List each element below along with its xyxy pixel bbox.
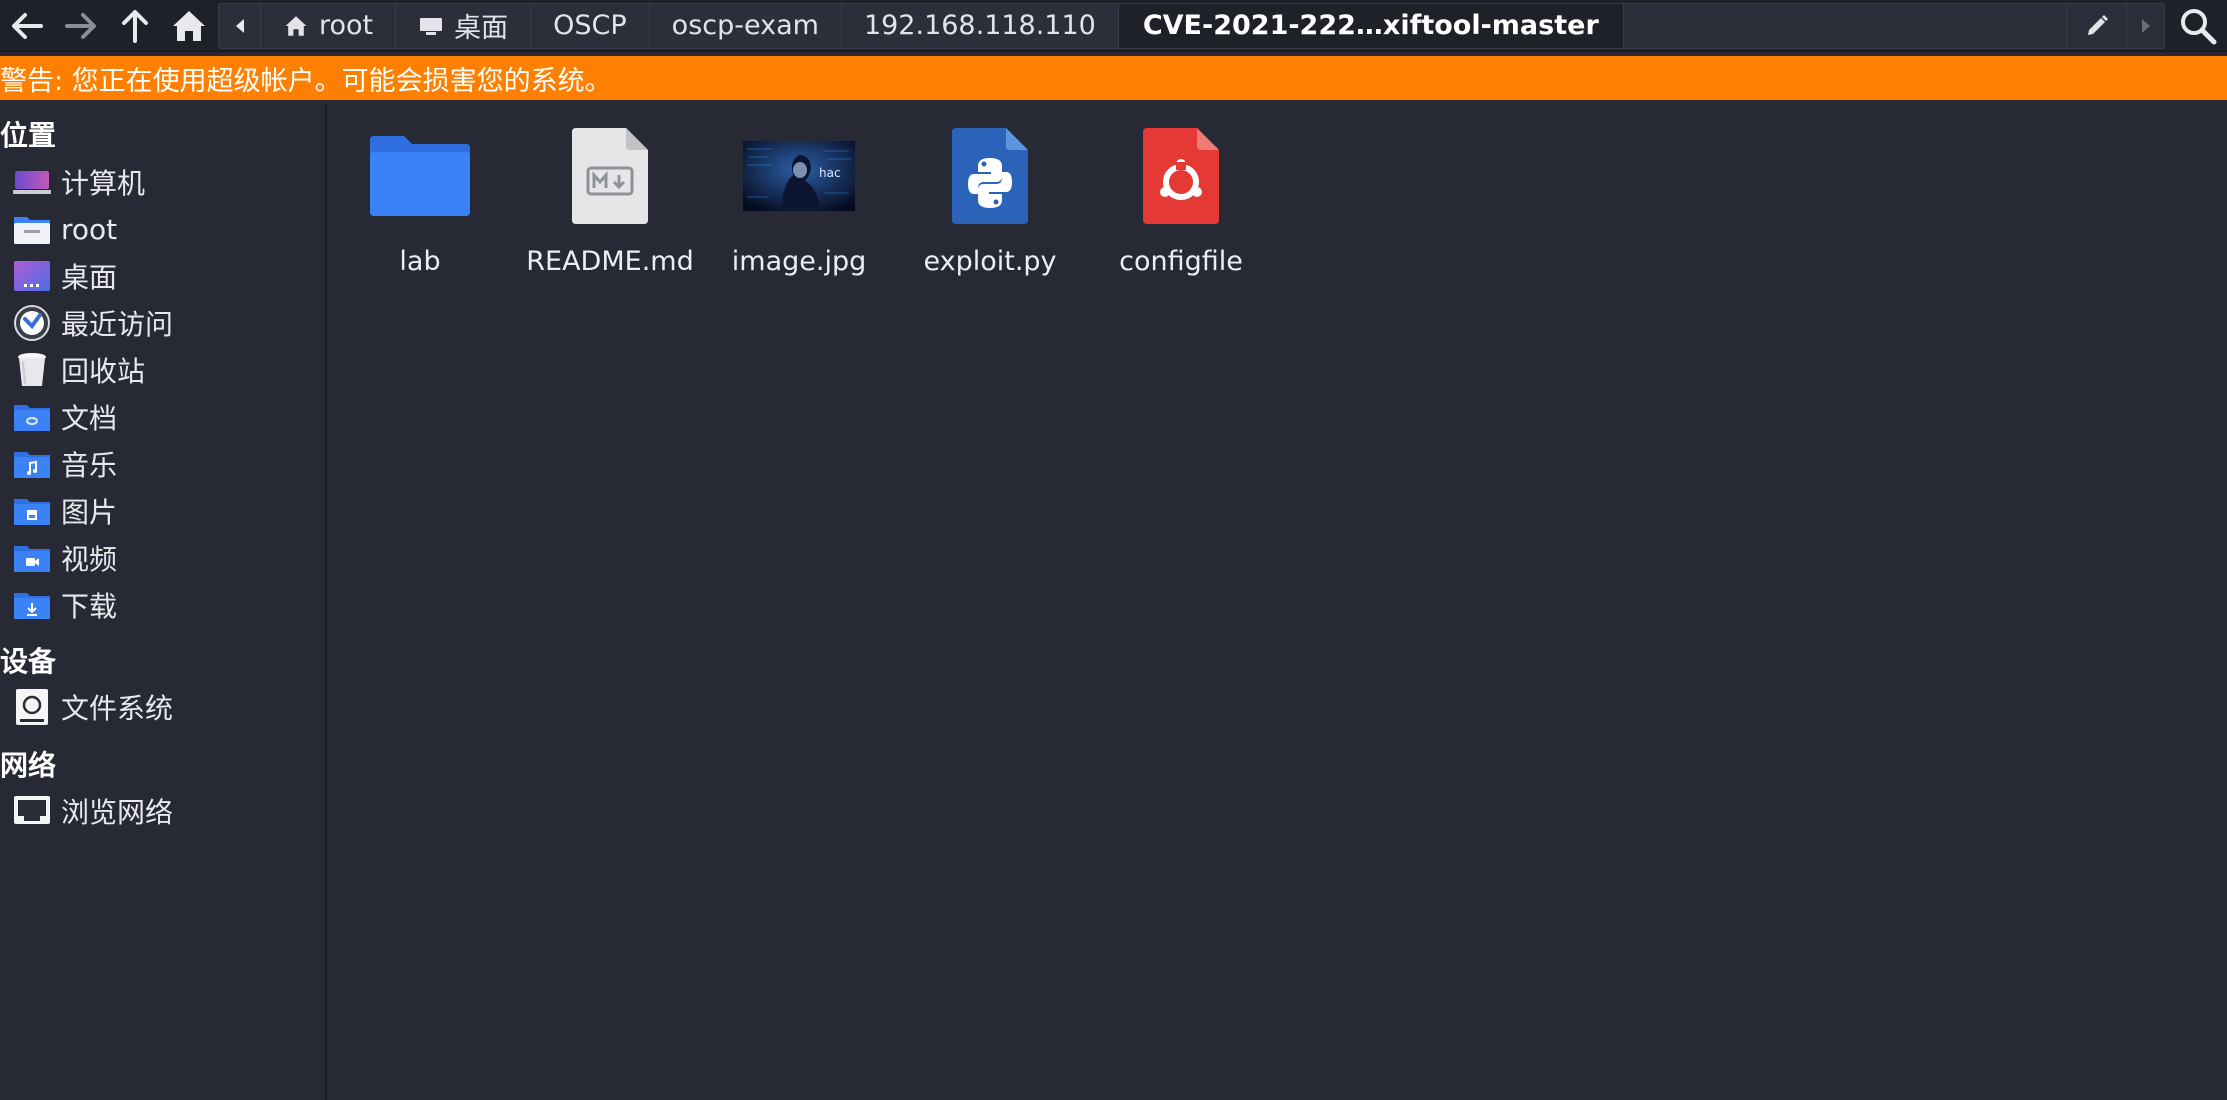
- search-icon: [2181, 8, 2217, 44]
- breadcrumb-label: OSCP: [553, 10, 627, 41]
- home-button[interactable]: [162, 0, 216, 52]
- sidebar-item-label: 回收站: [61, 355, 146, 388]
- config-file-icon: [1121, 124, 1241, 228]
- home-icon: [283, 13, 309, 39]
- sidebar-item-label: 图片: [61, 496, 118, 529]
- sidebar-item-desktop[interactable]: 桌面: [0, 253, 325, 299]
- sidebar-item-documents[interactable]: 文档: [0, 394, 325, 440]
- home-icon: [173, 10, 205, 41]
- breadcrumb-label: 192.168.118.110: [863, 10, 1096, 41]
- sidebar: 位置 计算机 root 桌面 最近访问 回收站 文档 音乐 图片 视频 下载 设…: [0, 104, 327, 1100]
- file-item-image[interactable]: hac image.jpg: [709, 124, 889, 294]
- trash-icon: [13, 351, 51, 389]
- sidebar-item-label: 浏览网络: [61, 796, 174, 829]
- sidebar-item-filesystem[interactable]: 文件系统: [0, 684, 325, 730]
- file-name: configfile: [1119, 246, 1243, 277]
- sidebar-item-label: 桌面: [61, 261, 118, 294]
- superuser-warning-bar: 警告: 您正在使用超级帐户。可能会损害您的系统。: [0, 56, 2227, 100]
- sidebar-item-videos[interactable]: 视频: [0, 535, 325, 581]
- breadcrumb-label: root: [319, 10, 374, 41]
- file-item-exploit[interactable]: exploit.py: [900, 124, 1080, 294]
- sidebar-item-label: 文件系统: [61, 692, 174, 725]
- sidebar-item-label: 下载: [61, 590, 118, 623]
- sidebar-item-pictures[interactable]: 图片: [0, 488, 325, 534]
- downloads-folder-icon: [13, 586, 51, 624]
- sidebar-item-root[interactable]: root: [0, 206, 325, 252]
- breadcrumb-current[interactable]: CVE-2021-222…xiftool-master: [1118, 3, 1624, 48]
- chevron-left-icon: [235, 18, 244, 33]
- breadcrumb-desktop[interactable]: 桌面: [396, 3, 532, 48]
- breadcrumb-scroll-left[interactable]: [219, 3, 261, 48]
- sidebar-item-music[interactable]: 音乐: [0, 441, 325, 487]
- breadcrumb-label: CVE-2021-222…xiftool-master: [1142, 10, 1599, 41]
- breadcrumb-oscp-exam[interactable]: oscp-exam: [649, 3, 842, 48]
- breadcrumb-scroll-right[interactable]: [2126, 3, 2164, 48]
- breadcrumb-label: oscp-exam: [671, 10, 819, 41]
- arrow-up-icon: [122, 9, 148, 43]
- forward-button[interactable]: [54, 0, 108, 52]
- network-icon: [13, 792, 51, 830]
- sidebar-item-label: 计算机: [61, 167, 146, 200]
- computer-icon: [13, 163, 51, 201]
- image-thumbnail-icon: hac: [739, 124, 859, 228]
- file-item-lab[interactable]: lab: [330, 124, 510, 294]
- sidebar-section-network: 网络: [0, 749, 57, 782]
- breadcrumb: root 桌面 OSCP oscp-exam 192.168.118.110 C…: [218, 2, 2166, 49]
- file-name: image.jpg: [731, 246, 867, 277]
- up-button[interactable]: [108, 0, 162, 52]
- breadcrumb-label: 桌面: [454, 13, 509, 44]
- sidebar-item-trash[interactable]: 回收站: [0, 347, 325, 393]
- clock-icon: [13, 304, 51, 342]
- sidebar-item-label: root: [61, 212, 118, 246]
- sidebar-section-devices: 设备: [0, 645, 57, 678]
- sidebar-item-label: 视频: [61, 543, 118, 576]
- sidebar-item-label: 音乐: [61, 449, 118, 482]
- documents-folder-icon: [13, 398, 51, 436]
- file-name: README.md: [526, 246, 694, 277]
- pencil-icon: [2087, 14, 2108, 35]
- file-view: lab README.md hac image.jpg exploit.py c…: [329, 104, 2227, 1100]
- home-folder-icon: [13, 210, 51, 248]
- file-manager-window: root 桌面 OSCP oscp-exam 192.168.118.110 C…: [0, 0, 2227, 1100]
- sidebar-item-browse-network[interactable]: 浏览网络: [0, 788, 325, 834]
- file-item-configfile[interactable]: configfile: [1091, 124, 1271, 294]
- search-button[interactable]: [2169, 0, 2227, 52]
- file-item-readme[interactable]: README.md: [520, 124, 700, 294]
- arrow-right-icon: [65, 12, 96, 39]
- breadcrumb-root[interactable]: root: [261, 3, 397, 48]
- toolbar: root 桌面 OSCP oscp-exam 192.168.118.110 C…: [0, 0, 2227, 52]
- warning-text: 警告: 您正在使用超级帐户。可能会损害您的系统。: [0, 65, 612, 97]
- arrow-left-icon: [12, 12, 43, 39]
- desktop-icon: [13, 257, 51, 295]
- sidebar-item-downloads[interactable]: 下载: [0, 582, 325, 628]
- file-name: exploit.py: [923, 246, 1057, 277]
- sidebar-item-recent[interactable]: 最近访问: [0, 300, 325, 346]
- breadcrumb-ip[interactable]: 192.168.118.110: [841, 3, 1119, 48]
- music-folder-icon: [13, 445, 51, 483]
- chevron-right-icon: [2141, 18, 2150, 33]
- back-button[interactable]: [0, 0, 54, 52]
- harddisk-icon: [13, 688, 51, 726]
- sidebar-item-label: 文档: [61, 402, 118, 435]
- markdown-file-icon: [550, 124, 670, 228]
- sidebar-item-label: 最近访问: [61, 308, 174, 341]
- breadcrumb-oscp[interactable]: OSCP: [531, 3, 650, 48]
- pictures-folder-icon: [13, 492, 51, 530]
- sidebar-section-places: 位置: [0, 119, 57, 152]
- file-name: lab: [399, 246, 441, 277]
- python-file-icon: [930, 124, 1050, 228]
- breadcrumb-spacer: [1623, 3, 2067, 48]
- videos-folder-icon: [13, 539, 51, 577]
- thumbnail-text: hac: [819, 166, 841, 180]
- sidebar-item-computer[interactable]: 计算机: [0, 159, 325, 205]
- desktop-icon: [418, 13, 444, 39]
- edit-location-button[interactable]: [2066, 3, 2126, 48]
- folder-icon: [360, 124, 480, 228]
